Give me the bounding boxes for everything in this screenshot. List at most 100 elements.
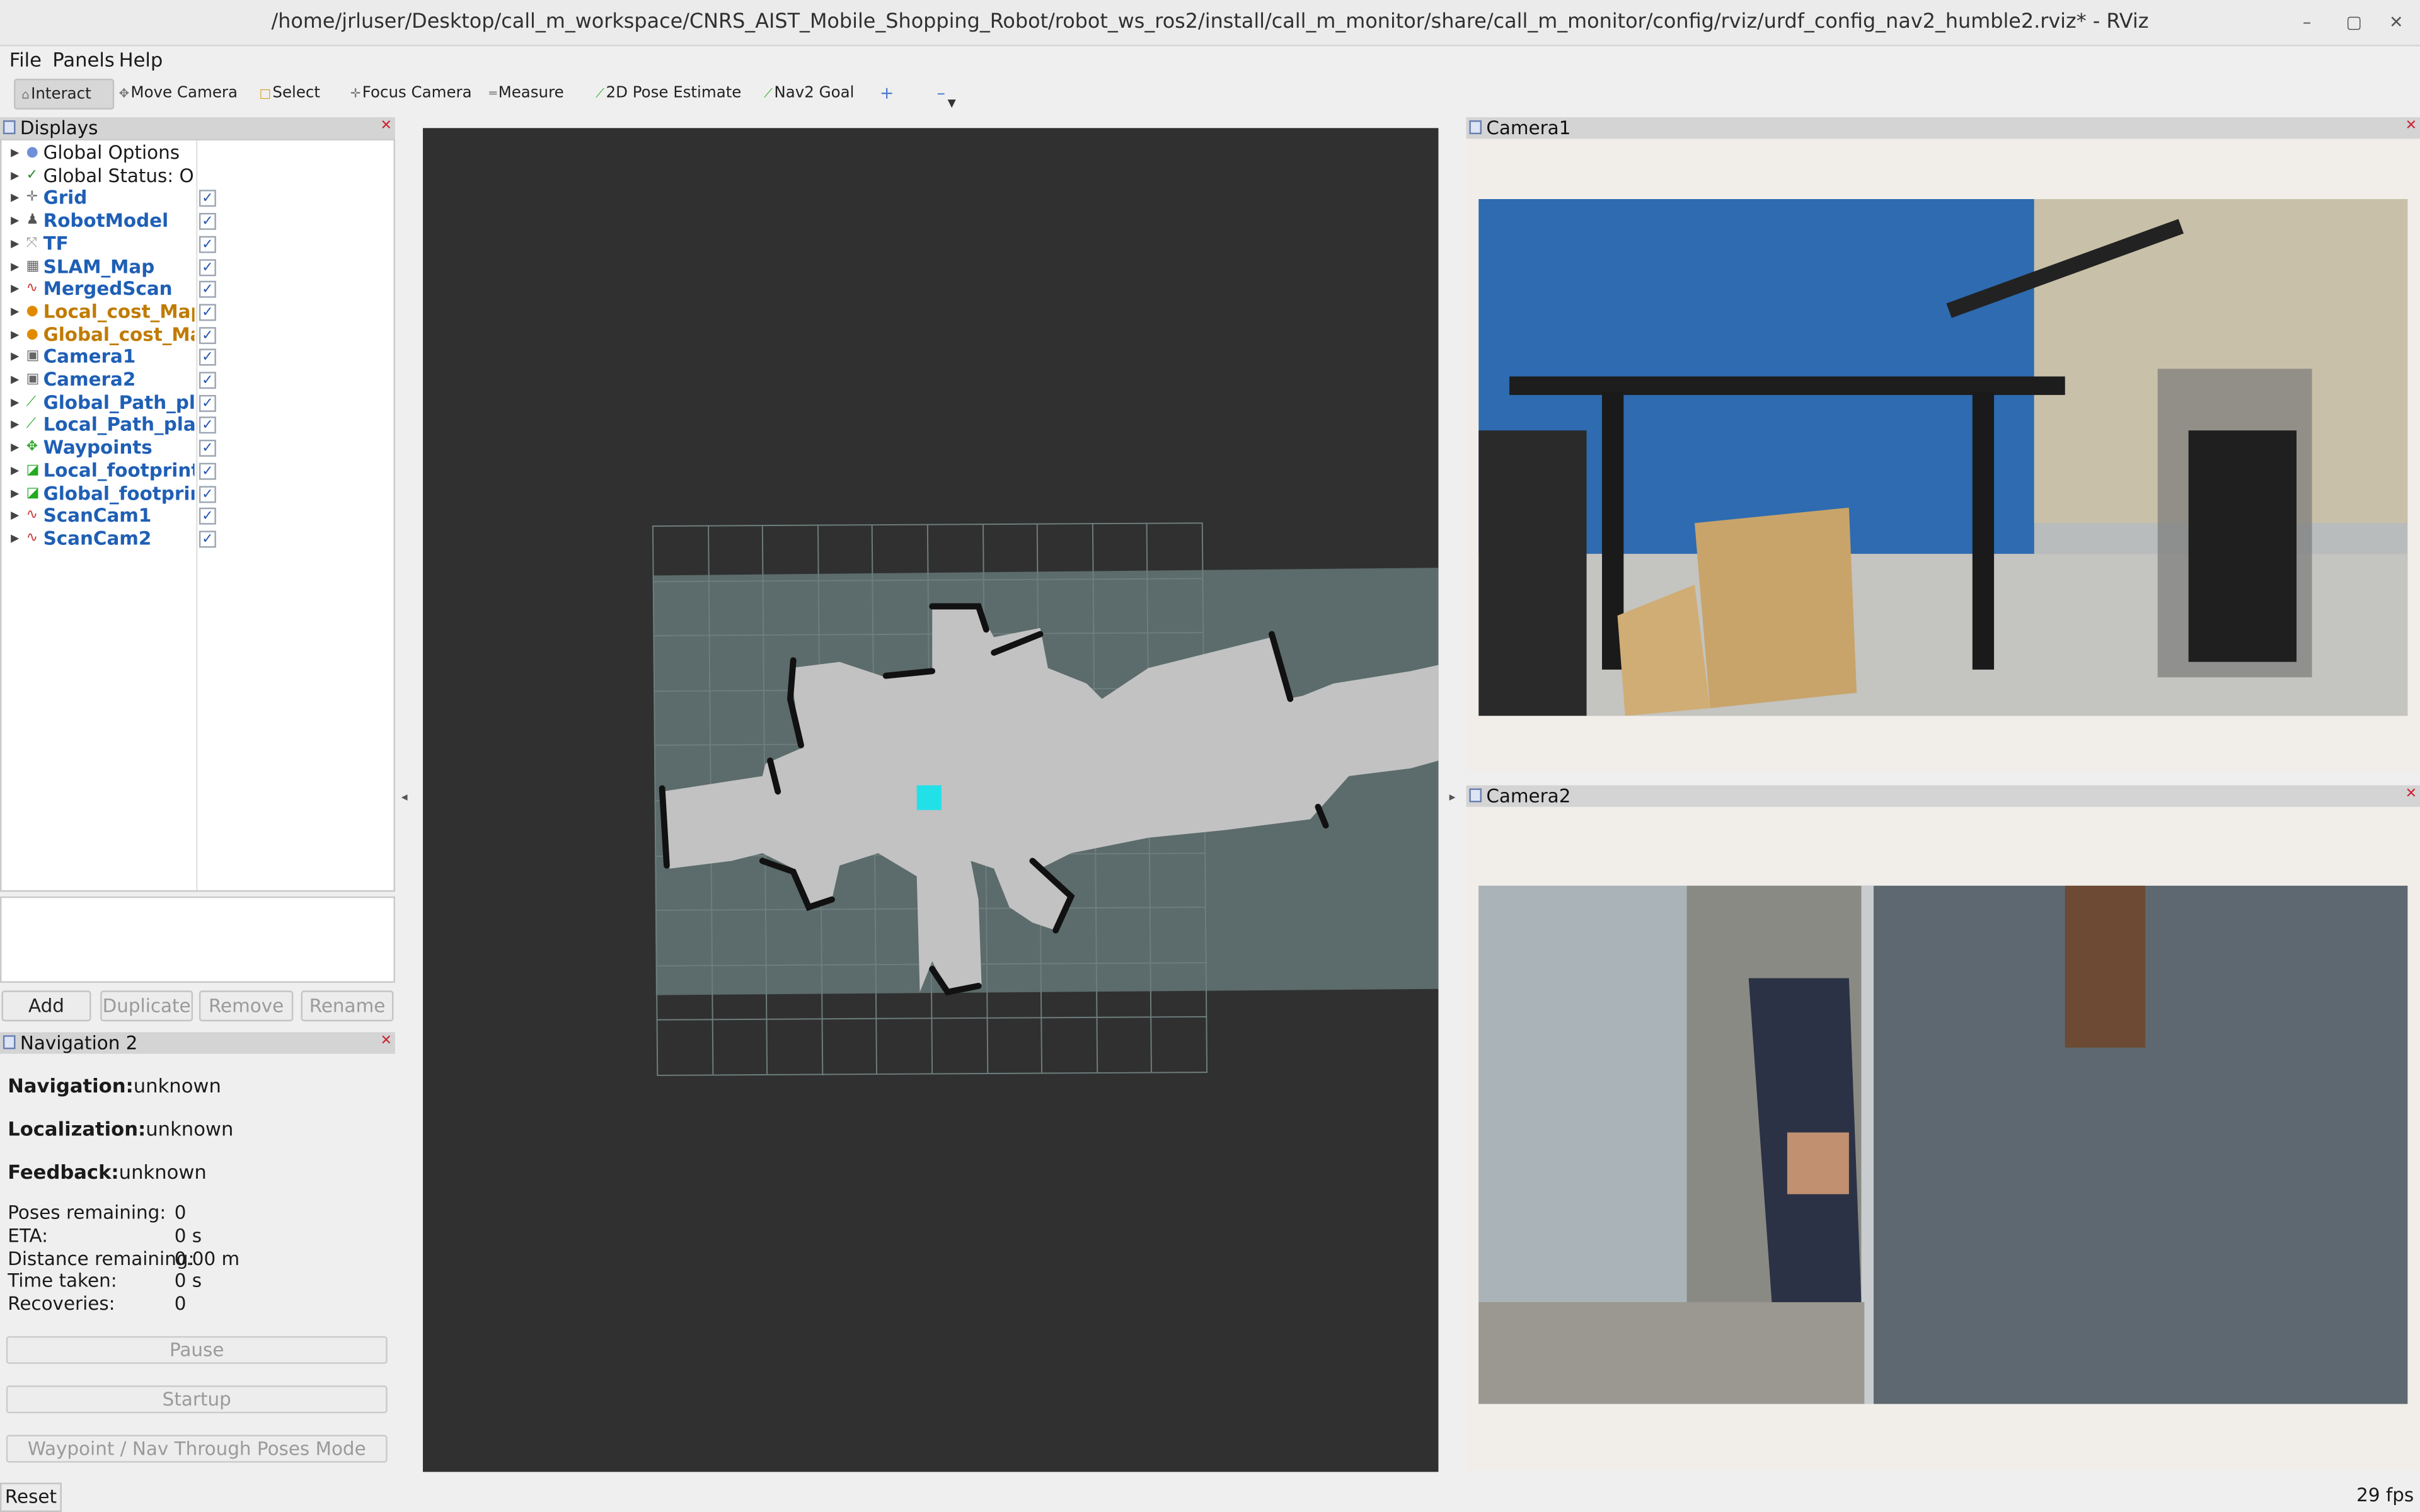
add-tool-button[interactable]: + [880, 79, 894, 110]
enable-checkbox[interactable]: ✓ [199, 190, 216, 208]
pause-button[interactable]: Pause [6, 1336, 388, 1364]
waypoint-mode-button[interactable]: Waypoint / Nav Through Poses Mode [6, 1435, 388, 1463]
move-camera-icon: ✥ [118, 86, 129, 101]
display-type-icon: ⟋ [26, 417, 37, 433]
expand-arrow-icon[interactable]: ▶ [11, 232, 19, 255]
expand-arrow-icon[interactable]: ▶ [11, 437, 19, 459]
display-item[interactable]: ▶ ✓ Global Status: Ok [1, 164, 393, 187]
close-panel-icon[interactable]: ✕ [381, 1034, 392, 1049]
robot-footprint [916, 785, 942, 810]
expand-arrow-icon[interactable]: ▶ [11, 187, 19, 210]
rename-button[interactable]: Rename [301, 990, 394, 1022]
display-item[interactable]: ▶ ▦ SLAM_Map ✓ [1, 255, 393, 278]
interact-tool[interactable]: ⌂ Interact [14, 78, 115, 110]
collapse-left-icon[interactable]: ◂ [401, 790, 408, 804]
enable-checkbox[interactable]: ✓ [199, 417, 216, 435]
display-item[interactable]: ▶ ▣ Camera1 ✓ [1, 346, 393, 369]
display-description [0, 896, 395, 983]
display-type-icon: ✥ [26, 440, 38, 455]
enable-checkbox[interactable]: ✓ [199, 326, 216, 344]
camera1-panel-header[interactable]: Camera1 ✕ [1466, 117, 2420, 139]
expand-arrow-icon[interactable]: ▶ [11, 255, 19, 278]
expand-arrow-icon[interactable]: ▶ [11, 278, 19, 301]
expand-arrow-icon[interactable]: ▶ [11, 391, 19, 414]
enable-checkbox[interactable]: ✓ [199, 508, 216, 525]
expand-arrow-icon[interactable]: ▶ [11, 459, 19, 482]
menu-file[interactable]: File [9, 46, 42, 74]
navigation-panel-header[interactable]: Navigation 2 ✕ [0, 1032, 395, 1054]
close-icon[interactable]: ✕ [2389, 0, 2404, 46]
enable-checkbox[interactable]: ✓ [199, 485, 216, 503]
menu-panels[interactable]: Panels [52, 46, 115, 74]
enable-checkbox[interactable]: ✓ [199, 258, 216, 276]
expand-arrow-icon[interactable]: ▶ [11, 414, 19, 437]
display-item-label: Camera1 [43, 346, 136, 368]
close-panel-icon[interactable]: ✕ [381, 120, 392, 134]
expand-arrow-icon[interactable]: ▶ [11, 527, 19, 550]
display-item[interactable]: ▶ ⟋ Local_Path_pla...✓ [1, 414, 393, 437]
reset-button[interactable]: Reset [0, 1482, 62, 1512]
display-item-label: Global_Path_pl... [43, 391, 195, 413]
display-item[interactable]: ▶ ✛ Grid ✓ [1, 187, 393, 210]
expand-arrow-icon[interactable]: ▶ [11, 164, 19, 187]
measure-tool[interactable]: ═ Measure [489, 79, 563, 110]
2d-pose-estimate-tool[interactable]: ⟋ 2D Pose Estimate [596, 79, 741, 110]
close-panel-icon[interactable]: ✕ [2406, 788, 2417, 802]
display-item[interactable]: ▶ ∿ ScanCam2 ✓ [1, 527, 393, 550]
nav-stat-value: 0.00 m [174, 1247, 240, 1269]
remove-button[interactable]: Remove [199, 990, 294, 1022]
display-type-icon: ▣ [26, 349, 40, 365]
maximize-icon[interactable]: ▢ [2346, 0, 2361, 46]
expand-arrow-icon[interactable]: ▶ [11, 142, 19, 164]
enable-checkbox[interactable]: ✓ [199, 394, 216, 412]
nav-stat-row: Distance remaining: 0.00 m [8, 1247, 239, 1269]
display-item[interactable]: ▶ ∿ MergedScan ✓ [1, 278, 393, 301]
move-camera-tool[interactable]: ✥ Move Camera [119, 79, 238, 110]
displays-tree[interactable]: ▶ ● Global Options ▶ ✓ Global Status: Ok ▶ ✛ Gri… [0, 139, 395, 892]
display-item[interactable]: ▶ ✥ Waypoints ✓ [1, 437, 393, 459]
enable-checkbox[interactable]: ✓ [199, 281, 216, 299]
display-item[interactable]: ▶ ● Global_cost_Map✓ [1, 323, 393, 346]
enable-checkbox[interactable]: ✓ [199, 372, 216, 389]
enable-checkbox[interactable]: ✓ [199, 349, 216, 367]
display-item[interactable]: ▶ ● Global Options [1, 142, 393, 164]
display-item[interactable]: ▶ ◪ Local_footprint ✓ [1, 459, 393, 482]
close-panel-icon[interactable]: ✕ [2406, 120, 2417, 134]
enable-checkbox[interactable]: ✓ [199, 440, 216, 457]
expand-arrow-icon[interactable]: ▶ [11, 369, 19, 391]
displays-panel-header[interactable]: Displays ✕ [0, 117, 395, 139]
select-tool[interactable]: □ Select [259, 79, 320, 110]
nav2-goal-tool[interactable]: ⟋ Nav2 Goal [764, 79, 854, 110]
enable-checkbox[interactable]: ✓ [199, 236, 216, 253]
toolbar: ⌂ Interact ✥ Move Camera □ Select ✛ Focus Ca… [0, 76, 2420, 113]
panel-icon [3, 120, 16, 135]
display-item[interactable]: ▶ ▣ Camera2 ✓ [1, 369, 393, 391]
display-item-label: Local_Path_pla... [43, 414, 195, 436]
enable-checkbox[interactable]: ✓ [199, 530, 216, 548]
minimize-icon[interactable]: – [2303, 0, 2311, 46]
display-item[interactable]: ▶ ⤧ TF ✓ [1, 232, 393, 255]
expand-arrow-icon[interactable]: ▶ [11, 482, 19, 505]
expand-arrow-icon[interactable]: ▶ [11, 323, 19, 346]
menu-help[interactable]: Help [119, 46, 163, 74]
camera2-panel-header[interactable]: Camera2 ✕ [1466, 785, 2420, 807]
add-button[interactable]: Add [1, 990, 91, 1022]
duplicate-button[interactable]: Duplicate [100, 990, 193, 1022]
3d-render-view[interactable] [423, 128, 1439, 1472]
display-item[interactable]: ▶ ● Local_cost_Map ✓ [1, 301, 393, 323]
display-item[interactable]: ▶ ◪Global_footprint✓ [1, 482, 393, 505]
focus-camera-tool[interactable]: ✛ Focus Camera [350, 79, 472, 110]
enable-checkbox[interactable]: ✓ [199, 462, 216, 480]
display-item[interactable]: ▶ ⟋ Global_Path_pl...✓ [1, 391, 393, 414]
expand-arrow-icon[interactable]: ▶ [11, 346, 19, 369]
startup-button[interactable]: Startup [6, 1385, 388, 1414]
expand-arrow-icon[interactable]: ▶ [11, 210, 19, 232]
expand-arrow-icon[interactable]: ▶ [11, 505, 19, 527]
display-item[interactable]: ▶ ∿ ScanCam1 ✓ [1, 505, 393, 527]
remove-tool-button[interactable]: – ▼ [937, 79, 956, 110]
enable-checkbox[interactable]: ✓ [199, 304, 216, 321]
display-item[interactable]: ▶ ♟ RobotModel ✓ [1, 210, 393, 232]
enable-checkbox[interactable]: ✓ [199, 213, 216, 231]
expand-arrow-icon[interactable]: ▶ [11, 301, 19, 323]
expand-arrow-icon[interactable]: ▸ [1449, 790, 1456, 804]
